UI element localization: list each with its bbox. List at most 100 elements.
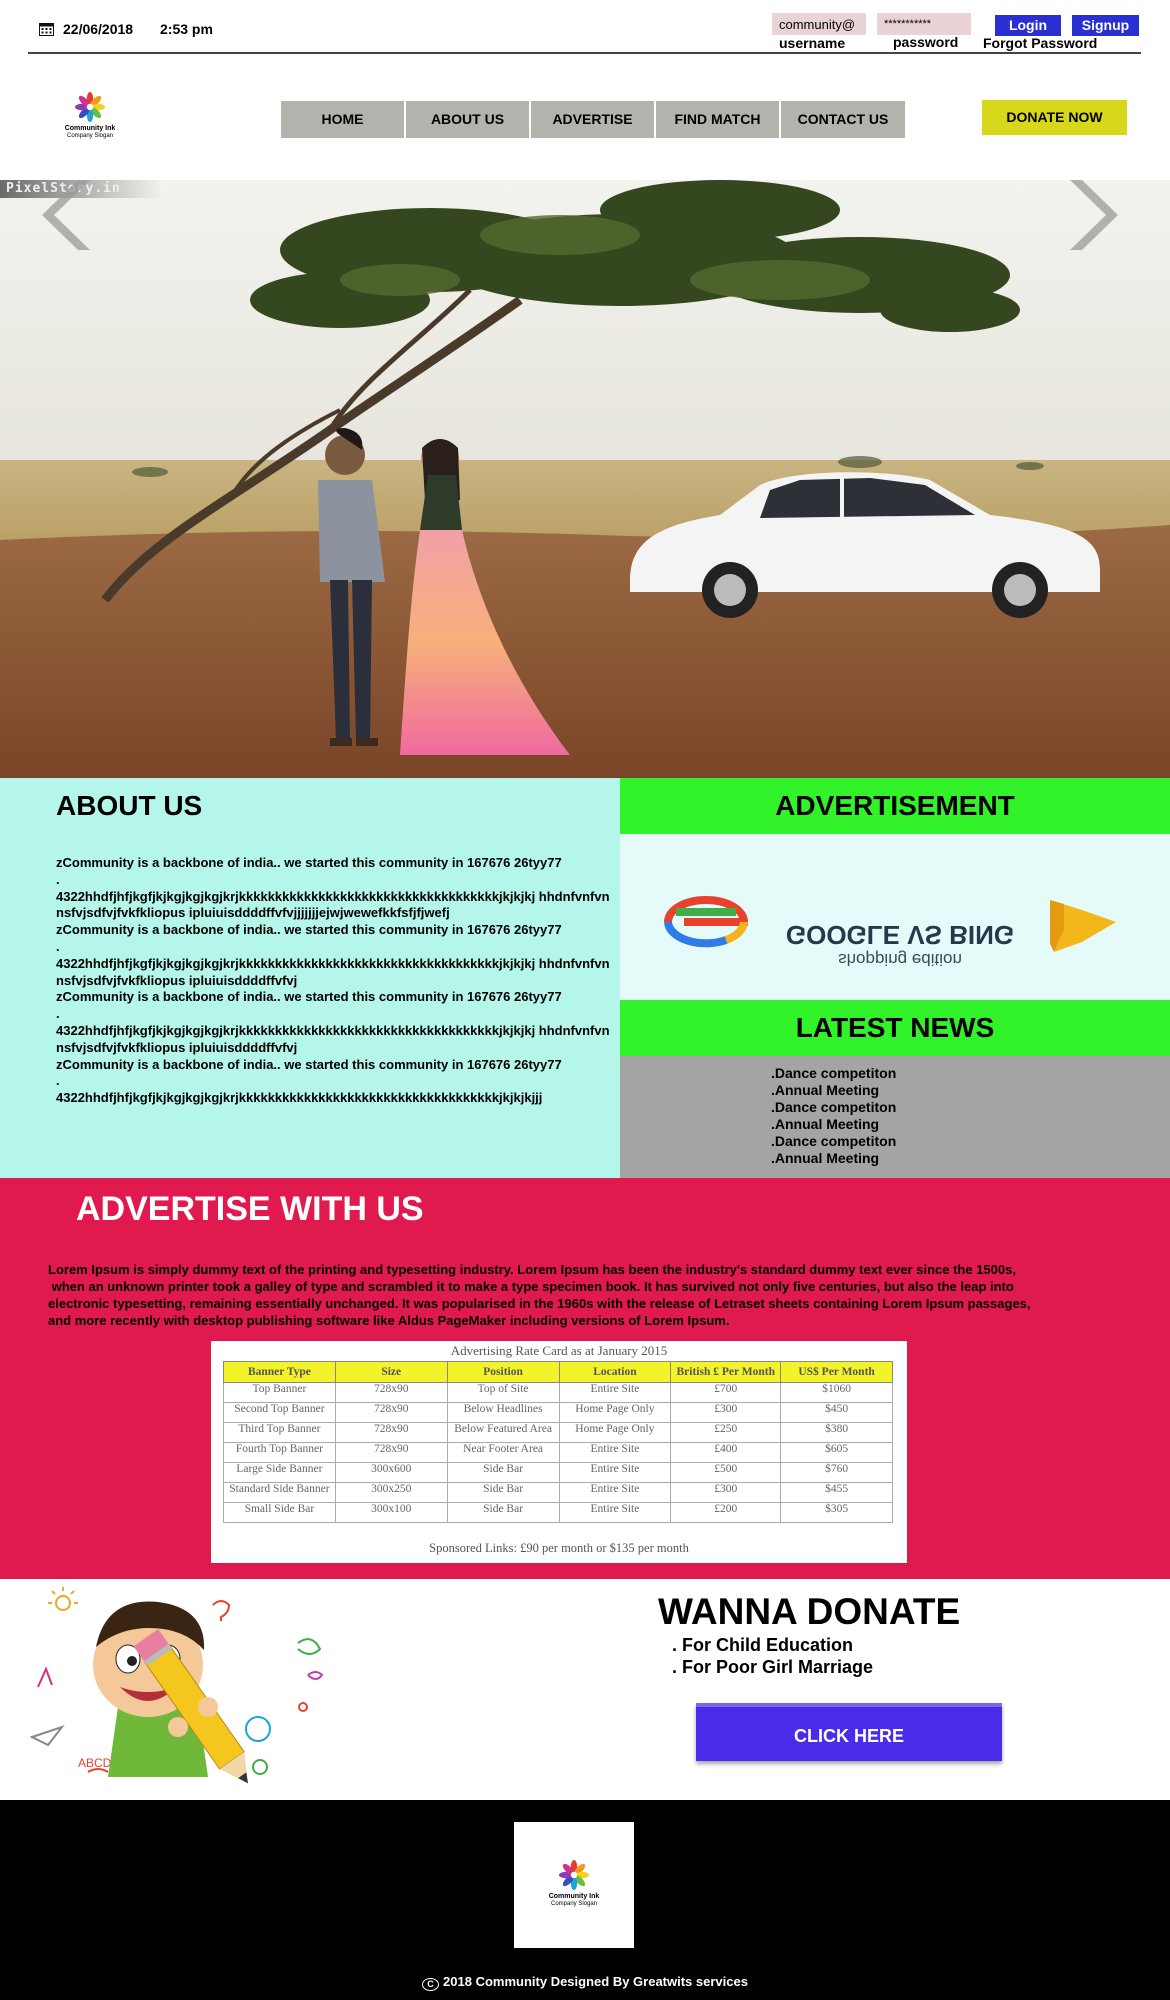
username-field[interactable] (772, 13, 866, 35)
rate-cell: $760 (780, 1462, 893, 1483)
advertise-text: Lorem Ipsum is simply dummy text of the … (48, 1262, 1031, 1328)
rate-cell: 728x90 (334, 1422, 448, 1443)
about-title: ABOUT US (56, 790, 203, 821)
table-row: Second Top Banner 728x90 Below Headlines… (223, 1402, 893, 1423)
nav-about-us[interactable]: ABOUT US (406, 101, 529, 138)
rate-cell: $605 (780, 1442, 893, 1463)
rate-col-header: British £ Per Month (670, 1361, 782, 1383)
rate-cell: $455 (780, 1482, 893, 1503)
copyright-line: C 2018 Community Designed By Greatwits se… (0, 1974, 1170, 1991)
logo-icon (559, 1860, 589, 1890)
kid-pencil-illustration: ABCD (29, 1587, 324, 1784)
advertisement-title: ADVERTISEMENT (620, 778, 1170, 834)
rate-card: Advertising Rate Card as at January 2015… (211, 1341, 907, 1563)
rate-card-table: Banner Type Size Position Location Briti… (223, 1361, 893, 1523)
rate-col-header: US$ Per Month (780, 1361, 893, 1383)
rate-cell: £700 (670, 1382, 782, 1403)
table-row: Third Top Banner 728x90 Below Featured A… (223, 1422, 893, 1443)
latest-news-panel: .Dance competiton .Annual Meeting .Dance… (620, 1056, 1170, 1178)
login-button[interactable]: Login (995, 15, 1061, 36)
rate-card-title: Advertising Rate Card as at January 2015 (450, 1343, 668, 1358)
rate-cell: Near Footer Area (446, 1442, 560, 1463)
rate-card-footer: Sponsored Links: £90 per month or $135 p… (429, 1541, 689, 1555)
copyright-icon: C (422, 1978, 440, 1991)
rate-cell: 300x100 (334, 1502, 448, 1523)
rate-cell: 300x250 (334, 1482, 448, 1503)
rate-cell: Home Page Only (558, 1402, 672, 1423)
hero-slider: PixelStory.in (0, 180, 1170, 778)
rate-cell: $1060 (780, 1382, 893, 1403)
advertise-section: ADVERTISE WITH US Lorem Ipsum is simply … (0, 1178, 1170, 1579)
footer: Community Ink Company Slogan C 2018 Commu… (0, 1800, 1170, 2000)
site-logo[interactable]: Community Ink Company Slogan (58, 90, 122, 146)
rate-col-header: Location (558, 1361, 672, 1383)
rate-cell: Second Top Banner (223, 1402, 336, 1423)
latest-news-title: LATEST NEWS (620, 1000, 1170, 1056)
donate-now-button[interactable]: DONATE NOW (982, 100, 1127, 135)
rate-cell: £500 (670, 1462, 782, 1483)
advertise-title: ADVERTISE WITH US (76, 1190, 424, 1228)
prev-arrow-icon[interactable] (38, 180, 90, 250)
logo-name: Community Ink (548, 1893, 600, 1900)
logo-name: Community Ink (64, 125, 116, 132)
rate-cell: $380 (780, 1422, 893, 1443)
hero-image (0, 180, 1170, 778)
news-item[interactable]: .Annual Meeting (771, 1082, 896, 1099)
rate-col-header: Banner Type (223, 1361, 336, 1383)
nav-find-match[interactable]: FIND MATCH (656, 101, 779, 138)
password-label: password (893, 34, 959, 50)
rate-cell: Entire Site (558, 1442, 672, 1463)
rate-cell: £250 (670, 1422, 782, 1443)
rate-cell: Entire Site (558, 1482, 672, 1503)
ad-banner-headline: GOOGLE VS BING (786, 920, 1014, 950)
rate-cell: Below Featured Area (446, 1422, 560, 1443)
rate-cell: Entire Site (558, 1382, 672, 1403)
footer-logo[interactable]: Community Ink Company Slogan (514, 1822, 634, 1948)
current-date: 22/06/2018 (63, 21, 134, 37)
logo-slogan: Company Slogan (66, 133, 114, 139)
nav-advertise[interactable]: ADVERTISE (531, 101, 654, 138)
advertisement-banner[interactable]: GOOGLE VS BING shopping edition (620, 834, 1170, 1000)
password-field[interactable] (877, 13, 971, 35)
table-row: Standard Side Banner 300x250 Side Bar En… (223, 1482, 893, 1503)
rate-cell: 300x600 (334, 1462, 448, 1483)
rate-cell: Entire Site (558, 1462, 672, 1483)
logo-icon (75, 92, 105, 122)
forgot-password-link[interactable]: Forgot Password (983, 35, 1097, 51)
rate-col-header: Position (446, 1361, 560, 1383)
news-item[interactable]: .Dance competiton (771, 1099, 896, 1116)
logo-slogan: Company Slogan (550, 1901, 598, 1907)
rate-cell: £300 (670, 1482, 782, 1503)
news-item[interactable]: .Annual Meeting (771, 1116, 896, 1133)
news-item[interactable]: .Dance competiton (771, 1065, 896, 1082)
donate-reason: . For Poor Girl Marriage (672, 1657, 874, 1677)
about-text: zCommunity is a backbone of india.. we s… (56, 855, 610, 1106)
rate-cell: £300 (670, 1402, 782, 1423)
about-section: ABOUT US zCommunity is a backbone of ind… (0, 778, 620, 1178)
main-nav: HOME ABOUT US ADVERTISE FIND MATCH CONTA… (281, 101, 905, 138)
signup-button[interactable]: Signup (1072, 15, 1139, 36)
click-here-button[interactable]: CLICK HERE (696, 1703, 1002, 1761)
donate-section: ABCD WANNA DONATE . For Child Education … (0, 1579, 1170, 1800)
rate-cell: 728x90 (334, 1402, 448, 1423)
current-time: 2:53 pm (160, 21, 213, 37)
nav-home[interactable]: HOME (281, 101, 404, 138)
rate-cell: Entire Site (558, 1502, 672, 1523)
nav-contact-us[interactable]: CONTACT US (781, 101, 905, 138)
next-arrow-icon[interactable] (1070, 180, 1122, 250)
donate-title: WANNA DONATE (658, 1591, 961, 1632)
ad-banner-subline: shopping edition (838, 950, 962, 969)
top-bar: 22/06/2018 2:53 pm username password Log… (0, 0, 1170, 58)
rate-cell: Side Bar (446, 1502, 560, 1523)
svg-text:ABCD: ABCD (78, 1756, 112, 1770)
table-row: Top Banner 728x90 Top of Site Entire Sit… (223, 1382, 893, 1403)
rate-cell: Third Top Banner (223, 1422, 336, 1443)
rate-cell: Side Bar (446, 1482, 560, 1503)
copyright-text: 2018 Community Designed By Greatwits ser… (443, 1974, 748, 1989)
news-list: .Dance competiton .Annual Meeting .Dance… (771, 1065, 896, 1167)
username-label: username (779, 35, 846, 51)
rate-cell: £400 (670, 1442, 782, 1463)
ad-banner-image: GOOGLE VS BING shopping edition (664, 896, 1116, 969)
news-item[interactable]: .Annual Meeting (771, 1150, 896, 1167)
news-item[interactable]: .Dance competiton (771, 1133, 896, 1150)
